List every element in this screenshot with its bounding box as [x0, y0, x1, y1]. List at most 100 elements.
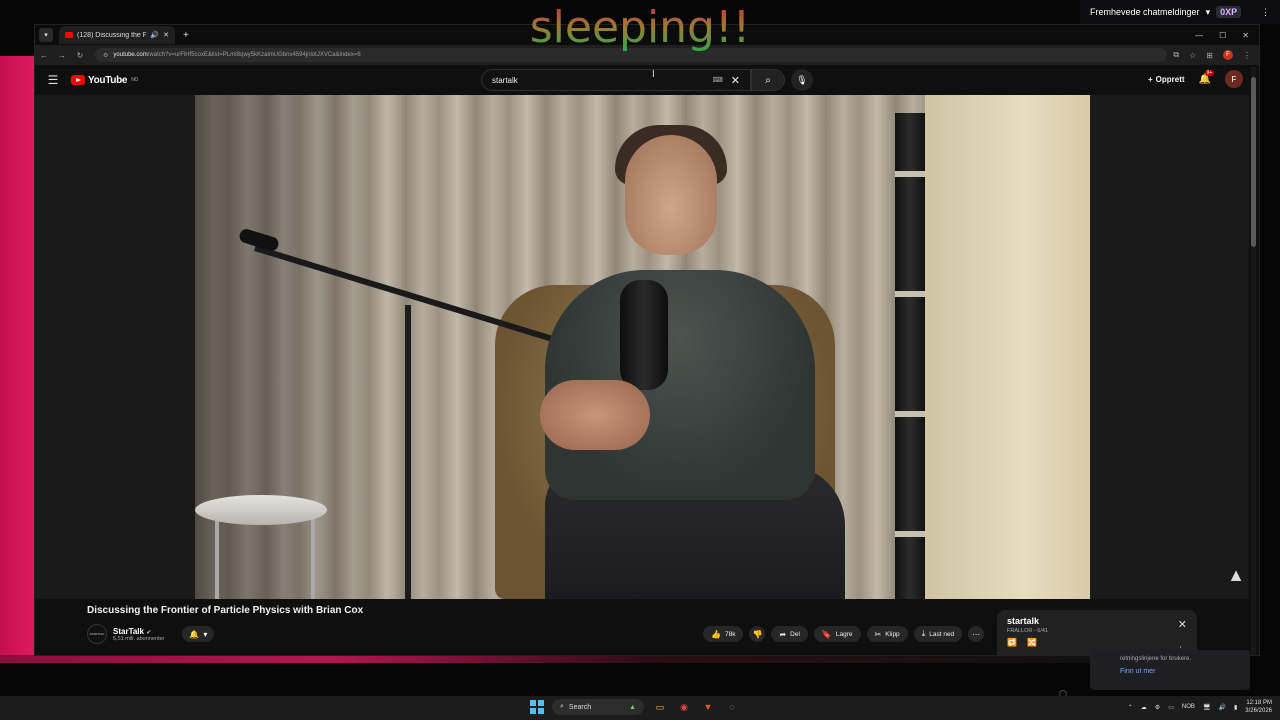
youtube-logo-text: YouTube — [88, 74, 128, 86]
background-window-bottom — [0, 655, 1090, 663]
playlist-title[interactable]: startalk — [1007, 616, 1187, 626]
close-tab-icon[interactable]: ✕ — [163, 31, 169, 39]
browser-profile-avatar[interactable]: F — [1223, 50, 1233, 60]
more-actions-button[interactable]: ⋯ — [968, 626, 985, 642]
windows-start-icon[interactable] — [530, 700, 544, 714]
shuffle-icon[interactable]: 🔀 — [1027, 638, 1037, 647]
search-input[interactable]: startalk ⌨ ✕ — [481, 69, 751, 91]
video-scene-person-head — [625, 135, 717, 255]
youtube-logo[interactable]: YouTube NO — [71, 75, 138, 86]
file-explorer-icon[interactable]: ▭ — [652, 699, 668, 715]
subscription-notification-button[interactable]: 🔔 ▾ — [182, 626, 215, 642]
xp-badge: 0XP — [1216, 6, 1242, 18]
taskbar-search-label: Search — [568, 703, 592, 711]
video-scene-wall — [925, 95, 1090, 599]
text-cursor-icon: I — [652, 69, 655, 80]
video-player[interactable] — [195, 95, 1090, 599]
video-info: Discussing the Frontier of Particle Phys… — [87, 605, 1007, 655]
dislike-button[interactable]: 👎 — [749, 626, 766, 642]
youtube-header: ☰ YouTube NO startalk ⌨ ✕ ⌕ 🎙 + Opprett 🔔… — [35, 65, 1259, 95]
bookmark-star-icon[interactable]: ☆ — [1189, 51, 1196, 60]
loop-icon[interactable]: 🔁 — [1007, 638, 1017, 647]
chrome-icon[interactable]: ◉ — [676, 699, 692, 715]
site-info-icon[interactable]: ⚙ — [103, 52, 108, 59]
download-button[interactable]: ⤓ Last ned — [913, 626, 963, 642]
new-tab-button[interactable]: + — [183, 30, 189, 41]
app-icon[interactable]: ◌ — [724, 699, 740, 715]
subscriber-count: 5,51 mill. abonnenter — [113, 635, 165, 642]
browser-tab-active[interactable]: (128) Discussing the Fronti 🔊 ✕ — [59, 26, 175, 44]
video-scene-pole — [895, 113, 925, 599]
guide-menu-icon[interactable]: ☰ — [35, 73, 71, 87]
more-options-icon[interactable]: ⋮ — [1261, 7, 1270, 18]
channel-avatar[interactable]: STARTALK — [87, 624, 107, 644]
learn-more-link[interactable]: Finn ut mer — [1120, 668, 1220, 675]
window-controls: — ☐ ✕ — [1195, 31, 1259, 40]
tab-title: (128) Discussing the Fronti — [77, 31, 146, 39]
highlighted-chat-label[interactable]: Fremhevede chatmeldinger — [1090, 7, 1200, 17]
download-icon: ⤓ — [921, 629, 926, 638]
channel-name[interactable]: StarTalk ✔ — [113, 627, 164, 636]
voice-search-button[interactable]: 🎙 — [791, 69, 813, 91]
maximize-icon[interactable]: ☐ — [1219, 31, 1226, 40]
extensions-icon[interactable]: ⊞ — [1206, 51, 1213, 60]
create-button[interactable]: + Opprett — [1148, 75, 1185, 84]
language-indicator[interactable]: NOB — [1182, 704, 1195, 710]
search-button[interactable]: ⌕ — [751, 69, 785, 91]
forward-icon[interactable]: → — [53, 51, 71, 60]
reload-icon[interactable]: ↻ — [71, 51, 89, 60]
browser-menu-icon[interactable]: ⋮ — [1243, 51, 1251, 60]
scrollbar-thumb[interactable] — [1251, 77, 1256, 247]
status-overlay-text: sleeping!! — [520, 2, 760, 54]
youtube-favicon-icon — [65, 32, 73, 38]
clip-button[interactable]: ✂ Klipp — [866, 626, 908, 642]
like-button[interactable]: 👍 78k — [703, 626, 744, 642]
keyboard-icon[interactable]: ⌨ — [713, 76, 723, 84]
share-icon: ➦ — [779, 629, 787, 639]
page-scrollbar[interactable] — [1251, 67, 1256, 655]
account-avatar[interactable]: F — [1225, 70, 1243, 88]
tray-app2-icon[interactable]: ▭ — [1168, 704, 1174, 711]
minimize-icon[interactable]: — — [1195, 31, 1203, 40]
thumbs-down-icon: 👎 — [752, 629, 763, 639]
tab-search-button[interactable]: ▾ — [39, 28, 53, 42]
battery-icon[interactable]: ▮ — [1234, 704, 1237, 711]
side-card-text: retningslinjene for brukere. — [1120, 656, 1192, 662]
show-hidden-icons[interactable]: ⌃ — [1128, 704, 1133, 711]
chat-overlay-bar[interactable]: Fremhevede chatmeldinger ▾ 0XP ⋮ — [1080, 0, 1280, 24]
pole-ring — [895, 171, 925, 177]
channel-watermark-icon[interactable]: ▲ — [1227, 565, 1245, 586]
pole-ring — [895, 411, 925, 417]
network-icon[interactable]: 🖥 — [1203, 704, 1211, 711]
install-app-icon[interactable]: ⧉ — [1173, 50, 1179, 60]
channel-meta: StarTalk ✔ 5,51 mill. abonnenter — [113, 627, 164, 642]
search-icon: ⌕ — [765, 74, 771, 86]
close-playlist-icon[interactable]: ✕ — [1178, 618, 1187, 631]
back-icon[interactable]: ← — [35, 51, 53, 60]
clock[interactable]: 12:18 PM 3/26/2026 — [1245, 699, 1272, 715]
url-host: youtube.com — [113, 52, 148, 58]
video-title: Discussing the Frontier of Particle Phys… — [87, 605, 364, 616]
chevron-down-icon[interactable]: ▾ — [1206, 7, 1211, 18]
video-scene-mic-stand — [405, 305, 411, 599]
share-label: Del — [790, 630, 800, 638]
search-highlight-icon: ▲ — [629, 703, 636, 711]
speaker-icon[interactable]: 🔊 — [150, 31, 159, 39]
close-window-icon[interactable]: ✕ — [1242, 31, 1249, 40]
notifications-button[interactable]: 🔔 9+ — [1199, 69, 1215, 85]
volume-icon[interactable]: 🔊 — [1219, 704, 1226, 711]
clear-search-icon[interactable]: ✕ — [731, 74, 740, 87]
save-label: Lagre — [835, 630, 853, 638]
thumbs-up-icon: 👍 — [711, 629, 721, 639]
brave-icon[interactable]: ▼ — [700, 699, 716, 715]
tray-app-icon[interactable]: ☁ — [1141, 704, 1147, 711]
pole-ring — [895, 531, 925, 537]
bell-icon: 🔔 — [189, 629, 200, 639]
create-label: Opprett — [1155, 74, 1185, 84]
tray-settings-icon[interactable]: ⚙ — [1155, 704, 1160, 711]
taskbar: ⌕ Search ▲ ▭ ◉ ▼ ◌ ⌃ ☁ ⚙ ▭ NOB 🖥 🔊 ▮ 12:… — [0, 696, 1280, 720]
share-button[interactable]: ➦ Del — [771, 626, 808, 642]
url-path: /watch?v=urFlHf5coxE&list=PLmI8qwy5kKzai… — [147, 52, 361, 58]
taskbar-search[interactable]: ⌕ Search ▲ — [552, 699, 644, 715]
save-button[interactable]: 🔖 Lagre — [813, 626, 861, 642]
